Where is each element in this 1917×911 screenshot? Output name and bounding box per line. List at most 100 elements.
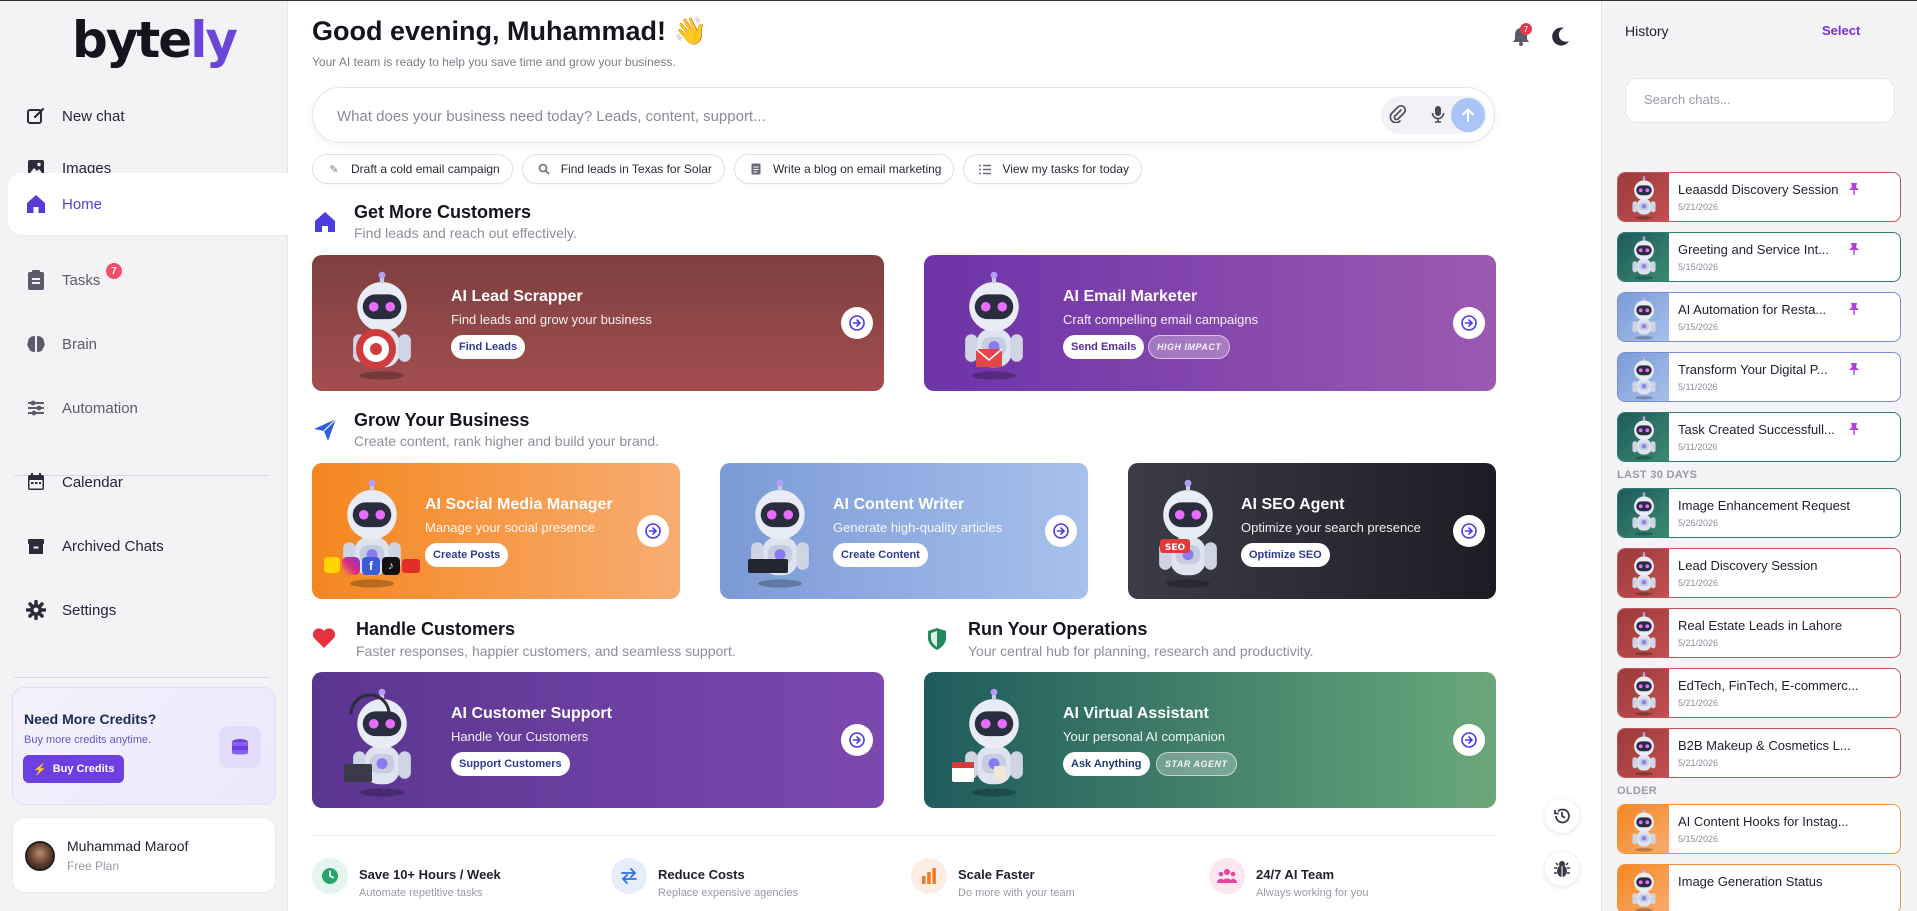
virtual-assistant-card[interactable]: AI Virtual Assistant Your personal AI co…: [924, 672, 1496, 808]
arrow-right-icon[interactable]: [1453, 515, 1485, 547]
sidebar-item-automation[interactable]: Automation: [8, 377, 288, 439]
sidebar-item-home[interactable]: Home: [8, 173, 288, 235]
bytely-logo[interactable]: bytely: [72, 11, 238, 69]
history-item[interactable]: B2B Makeup & Cosmetics L... 5/21/2026: [1617, 728, 1901, 778]
history-item[interactable]: Image Enhancement Request 5/26/2026: [1617, 488, 1901, 538]
suggestion-chip[interactable]: Write a blog on email marketing: [733, 154, 955, 184]
arrow-right-icon[interactable]: [841, 724, 873, 756]
history-search: [1625, 78, 1895, 123]
pin-icon[interactable]: [1848, 362, 1860, 376]
history-item[interactable]: Transform Your Digital P... 5/11/2026: [1617, 352, 1901, 402]
lead-scrapper-card[interactable]: AI Lead Scrapper Find leads and grow you…: [312, 255, 884, 391]
credits-card: Need More Credits? Buy more credits anyt…: [12, 687, 276, 805]
history-item-title: Transform Your Digital P...: [1678, 362, 1828, 377]
support-customers-button[interactable]: Support Customers: [451, 752, 570, 776]
history-item[interactable]: AI Automation for Resta... 5/15/2026: [1617, 292, 1901, 342]
email-marketer-card[interactable]: AI Email Marketer Craft compelling email…: [924, 255, 1496, 391]
send-emails-button[interactable]: Send Emails: [1063, 335, 1145, 359]
sidebar-item-calendar[interactable]: Calendar: [8, 451, 288, 513]
group-label-last-30-days: LAST 30 DAYS: [1617, 469, 1698, 481]
robot-illustration: SEO: [1146, 479, 1230, 589]
team-icon: [1209, 858, 1245, 894]
sidebar-item-label: Brain: [62, 335, 98, 353]
snapchat-icon: [324, 557, 340, 573]
sidebar-item-brain[interactable]: Brain: [8, 313, 288, 375]
moon-icon[interactable]: [1550, 25, 1574, 49]
paperclip-icon[interactable]: [1389, 104, 1409, 125]
history-item[interactable]: Leaasdd Discovery Session 5/21/2026: [1617, 172, 1901, 222]
history-clock-button[interactable]: [1545, 799, 1579, 833]
history-item[interactable]: Lead Discovery Session 5/21/2026: [1617, 548, 1901, 598]
social-logos: f ♪: [324, 557, 420, 575]
section-subtitle: Find leads and reach out effectively.: [354, 225, 577, 241]
select-button[interactable]: Select: [1822, 23, 1860, 38]
find-leads-button[interactable]: Find Leads: [451, 335, 526, 359]
tasks-count-badge: 7: [106, 263, 122, 279]
social-media-card[interactable]: f ♪ AI Social Media Manager Manage your …: [312, 463, 680, 599]
arrow-right-icon[interactable]: [637, 515, 669, 547]
content-writer-card[interactable]: AI Content Writer Generate high-quality …: [720, 463, 1088, 599]
history-item[interactable]: Greeting and Service Int... 5/15/2026: [1617, 232, 1901, 282]
ask-anything-button[interactable]: Ask Anything: [1063, 752, 1150, 776]
user-profile[interactable]: Muhammad Maroof Free Plan: [12, 817, 276, 893]
sidebar-item-tasks[interactable]: Tasks 7: [8, 249, 288, 311]
card-title: AI Virtual Assistant: [1063, 705, 1209, 722]
robot-icon: [1627, 552, 1661, 596]
prompt-input[interactable]: [337, 103, 1317, 129]
sidebar-item-settings[interactable]: Settings: [8, 579, 288, 641]
clipboard-icon: [24, 268, 48, 292]
pin-icon[interactable]: [1848, 422, 1860, 436]
chip-label: Write a blog on email marketing: [772, 162, 942, 176]
history-item-date: 5/11/2026: [1678, 382, 1718, 392]
history-item[interactable]: EdTech, FinTech, E-commerc... 5/21/2026: [1617, 668, 1901, 718]
create-posts-button[interactable]: Create Posts: [425, 543, 509, 567]
credits-subtitle: Buy more credits anytime.: [24, 734, 152, 746]
history-item-title: AI Content Hooks for Instag...: [1678, 814, 1849, 829]
history-item-title: Image Enhancement Request: [1678, 498, 1850, 513]
benefit-subtitle: Automate repetitive tasks: [359, 887, 483, 899]
pin-icon[interactable]: [1848, 242, 1860, 256]
arrow-right-icon[interactable]: [841, 307, 873, 339]
history-item-date: 5/15/2026: [1678, 262, 1719, 272]
suggestion-chip[interactable]: Find leads in Texas for Solar: [521, 154, 725, 184]
history-item[interactable]: Image Generation Status: [1617, 864, 1901, 911]
history-icon: [1554, 808, 1570, 824]
buy-credits-button[interactable]: ⚡ Buy Credits: [23, 755, 125, 783]
history-item-title: B2B Makeup & Cosmetics L...: [1678, 738, 1851, 753]
robot-icon: [1627, 612, 1661, 656]
home-icon: [24, 192, 48, 216]
card-subtitle: Your personal AI companion: [1063, 729, 1226, 744]
card-title: AI Lead Scrapper: [451, 288, 583, 305]
section-subtitle: Faster responses, happier customers, and…: [356, 643, 736, 659]
send-button[interactable]: [1451, 98, 1485, 132]
card-title: AI Email Marketer: [1063, 288, 1198, 305]
sidebar-item-archived-chats[interactable]: Archived Chats: [8, 515, 288, 577]
seo-agent-card[interactable]: SEO AI SEO Agent Optimize your search pr…: [1128, 463, 1496, 599]
chat-thumbnail: [1618, 293, 1669, 341]
create-content-button[interactable]: Create Content: [833, 543, 928, 567]
sidebar-item-label: Tasks: [62, 271, 101, 289]
bug-report-button[interactable]: [1545, 852, 1579, 886]
arrow-right-icon[interactable]: [1453, 307, 1485, 339]
page-subtitle: Your AI team is ready to help you save t…: [312, 55, 676, 69]
microphone-icon[interactable]: [1429, 105, 1449, 125]
history-item[interactable]: AI Content Hooks for Instag... 5/15/2026: [1617, 804, 1901, 854]
suggestion-chip[interactable]: View my tasks for today: [963, 154, 1142, 184]
pin-icon[interactable]: [1848, 302, 1860, 316]
search-chats-input[interactable]: [1644, 92, 1874, 107]
heart-icon: [312, 627, 338, 653]
arrow-right-icon[interactable]: [1453, 724, 1485, 756]
arrow-right-icon[interactable]: [1045, 515, 1077, 547]
pin-icon[interactable]: [1848, 182, 1860, 196]
suggestion-chips: ✎ Draft a cold email campaign Find leads …: [312, 154, 1142, 184]
benefit-subtitle: Replace expensive agencies: [658, 887, 799, 899]
optimize-seo-button[interactable]: Optimize SEO: [1241, 543, 1330, 567]
calendar-icon: [24, 470, 48, 494]
benefit-title: 24/7 AI Team: [1256, 867, 1335, 882]
history-item[interactable]: Task Created Successfull... 5/11/2026: [1617, 412, 1901, 462]
suggestion-chip[interactable]: ✎ Draft a cold email campaign: [312, 154, 513, 184]
card-subtitle: Find leads and grow your business: [451, 312, 652, 327]
history-item[interactable]: Real Estate Leads in Lahore 5/21/2026: [1617, 608, 1901, 658]
youtube-icon: [402, 559, 420, 573]
customer-support-card[interactable]: AI Customer Support Handle Your Customer…: [312, 672, 884, 808]
